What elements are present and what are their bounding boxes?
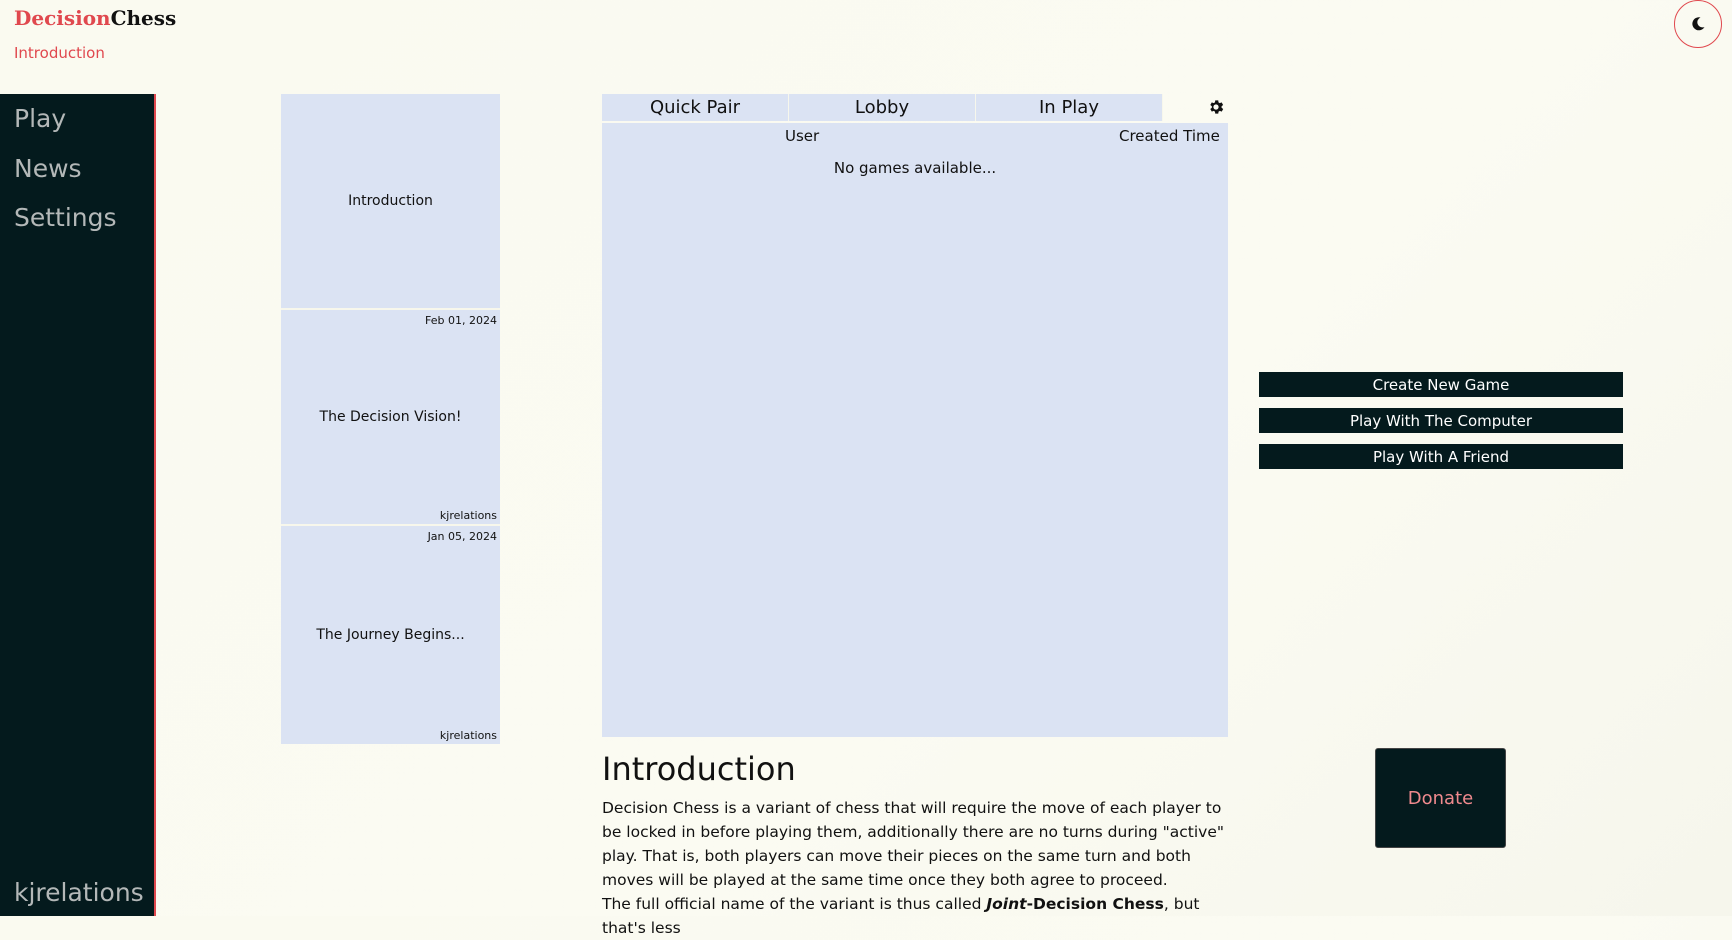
play-computer-button[interactable]: Play With The Computer [1259, 408, 1623, 433]
news-author: kjrelations [439, 509, 497, 522]
empty-state-message: No games available... [833, 159, 997, 177]
brand-part-chess: Chess [110, 6, 177, 30]
news-title: The Journey Begins... [316, 627, 465, 643]
news-author: kjrelations [439, 729, 497, 742]
column-header-created-time[interactable]: Created Time [1119, 127, 1220, 145]
article-body: Decision Chess is a variant of chess tha… [602, 796, 1230, 940]
create-new-game-button[interactable]: Create New Game [1259, 372, 1623, 397]
tab-quick-pair[interactable]: Quick Pair [602, 94, 789, 121]
sidebar: Play News Settings kjrelations [0, 94, 156, 916]
news-title: The Decision Vision! [319, 409, 462, 425]
article-paragraph: Decision Chess is a variant of chess tha… [602, 799, 1224, 889]
tab-in-play[interactable]: In Play [976, 94, 1163, 121]
sidebar-item-news[interactable]: News [14, 154, 82, 183]
sidebar-item-play[interactable]: Play [14, 104, 66, 133]
donate-button[interactable]: Donate [1375, 748, 1506, 848]
gear-icon[interactable] [1207, 98, 1225, 116]
play-friend-button[interactable]: Play With A Friend [1259, 444, 1623, 469]
sidebar-user-link[interactable]: kjrelations [14, 878, 144, 907]
news-card[interactable]: Jan 05, 2024 The Journey Begins... kjrel… [281, 526, 500, 744]
news-date: Feb 01, 2024 [425, 314, 497, 327]
games-table: User Created Time No games available... [602, 123, 1228, 737]
tab-lobby[interactable]: Lobby [789, 94, 976, 121]
breadcrumb[interactable]: Introduction [14, 44, 105, 62]
brand-logo[interactable]: DecisionChess [14, 6, 176, 30]
news-title: Introduction [348, 193, 433, 209]
news-date: Jan 05, 2024 [427, 530, 497, 543]
article-heading: Introduction [602, 750, 796, 788]
news-card[interactable]: Introduction [281, 94, 500, 310]
sidebar-item-settings[interactable]: Settings [14, 203, 117, 232]
lobby-tabs: Quick Pair Lobby In Play [602, 94, 1163, 121]
brand-part-decision: Decision [14, 6, 111, 30]
moon-icon [1692, 17, 1705, 31]
theme-toggle-button[interactable] [1674, 0, 1722, 48]
article-paragraph-2: The full official name of the variant is… [602, 895, 1200, 937]
column-header-user[interactable]: User [785, 127, 819, 145]
news-list: Introduction Feb 01, 2024 The Decision V… [281, 94, 500, 744]
news-card[interactable]: Feb 01, 2024 The Decision Vision! kjrela… [281, 310, 500, 526]
